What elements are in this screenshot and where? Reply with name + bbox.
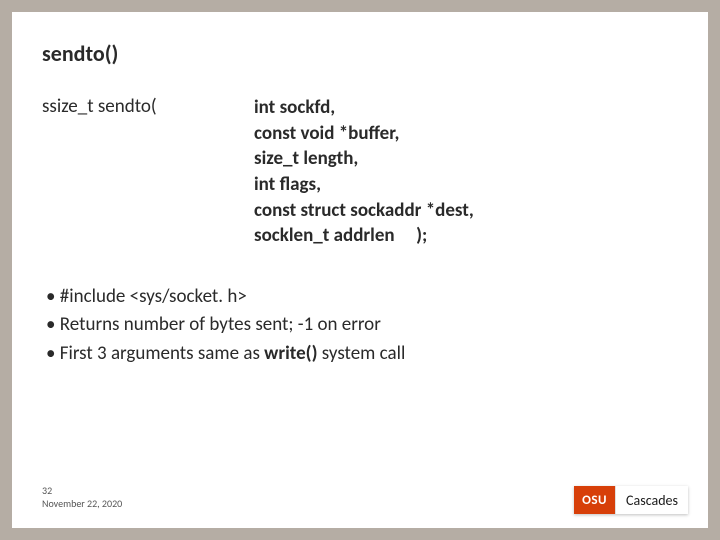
param-line: const struct sockaddr *dest,: [254, 198, 474, 224]
bullet-text: #include <sys/socket. h>: [60, 285, 247, 308]
osu-cascades-logo: OSU Cascades: [574, 486, 688, 514]
bullet-text: Returns number of bytes sent; -1 on erro…: [60, 313, 381, 336]
signature-params: int sockfd, const void *buffer, size_t l…: [254, 95, 474, 249]
slide-number: 32: [42, 484, 122, 497]
slide: sendto() ssize_t sendto( int sockfd, con…: [12, 12, 708, 528]
bullet-item: Returns number of bytes sent; -1 on erro…: [46, 311, 678, 340]
logo-text: Cascades: [615, 486, 688, 514]
bullet-list: #include <sys/socket. h> Returns number …: [46, 283, 678, 369]
signature-return: ssize_t sendto(: [42, 95, 254, 249]
param-line: int sockfd,: [254, 95, 474, 121]
bullet-bold: write(): [264, 342, 317, 365]
param-line: size_t length,: [254, 146, 474, 172]
param-line: const void *buffer,: [254, 121, 474, 147]
bullet-text: system call: [318, 342, 406, 365]
function-signature: ssize_t sendto( int sockfd, const void *…: [42, 95, 678, 249]
bullet-item: First 3 arguments same as write() system…: [46, 340, 678, 369]
logo-badge: OSU: [574, 486, 615, 514]
slide-title: sendto(): [42, 40, 678, 67]
param-line: socklen_t addrlen );: [254, 223, 474, 249]
bullet-item: #include <sys/socket. h>: [46, 283, 678, 312]
param-line: int flags,: [254, 172, 474, 198]
bullet-text: First 3 arguments same as: [60, 342, 264, 365]
footer: 32 November 22, 2020: [42, 484, 122, 510]
slide-date: November 22, 2020: [42, 497, 122, 510]
